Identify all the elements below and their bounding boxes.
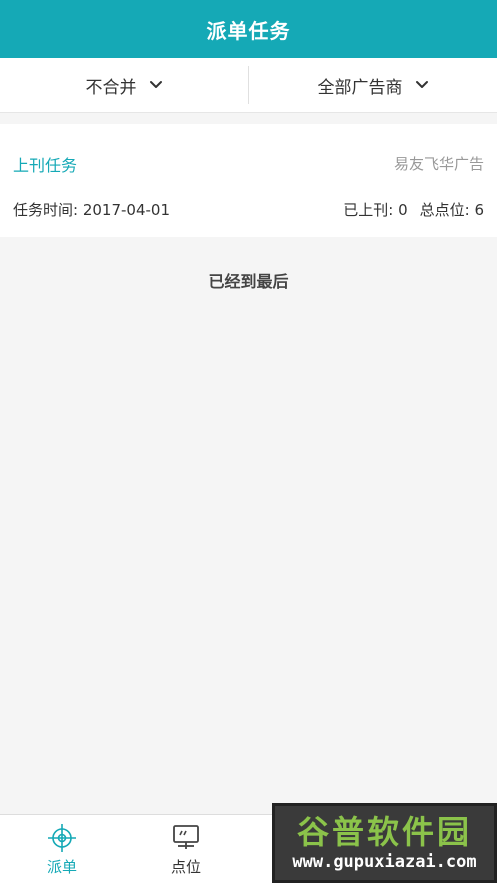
tab-points-label: 点位 (170, 858, 201, 876)
total-points: 总点位: 6 (419, 201, 484, 219)
advertiser-filter-label: 全部广告商 (317, 77, 403, 98)
task-time: 任务时间: 2017-04-01 (13, 201, 170, 219)
chevron-down-icon (415, 81, 428, 88)
task-stats: 已上刊: 0 总点位: 6 (343, 199, 484, 220)
tab-dispatch[interactable]: 派单 (0, 815, 124, 884)
posted-count: 已上刊: 0 (343, 201, 408, 219)
page-title: 派单任务 (206, 18, 291, 43)
app-header: 派单任务 (0, 0, 497, 58)
watermark-title: 谷普软件园 (296, 813, 472, 851)
task-advertiser: 易友飞华广告 (393, 155, 484, 173)
merge-filter-label: 不合并 (85, 77, 137, 98)
filter-bar: 不合并 全部广告商 (0, 58, 497, 113)
watermark-url: www.gupuxiazai.com (292, 852, 477, 872)
list-end-indicator: 已经到最后 (208, 272, 289, 291)
advertiser-filter-dropdown[interactable]: 全部广告商 (249, 58, 497, 112)
tab-points[interactable]: 点位 (124, 815, 248, 884)
billboard-icon (173, 825, 199, 849)
chevron-down-icon (149, 81, 162, 88)
watermark-logo: 谷普软件园 www.gupuxiazai.com (272, 803, 497, 883)
tab-dispatch-label: 派单 (46, 858, 77, 876)
merge-filter-dropdown[interactable]: 不合并 (0, 58, 248, 112)
task-type: 上刊任务 (13, 156, 78, 175)
crosshair-icon (48, 824, 76, 852)
task-card[interactable]: 上刊任务 易友飞华广告 任务时间: 2017-04-01 已上刊: 0 总点位:… (0, 124, 497, 237)
